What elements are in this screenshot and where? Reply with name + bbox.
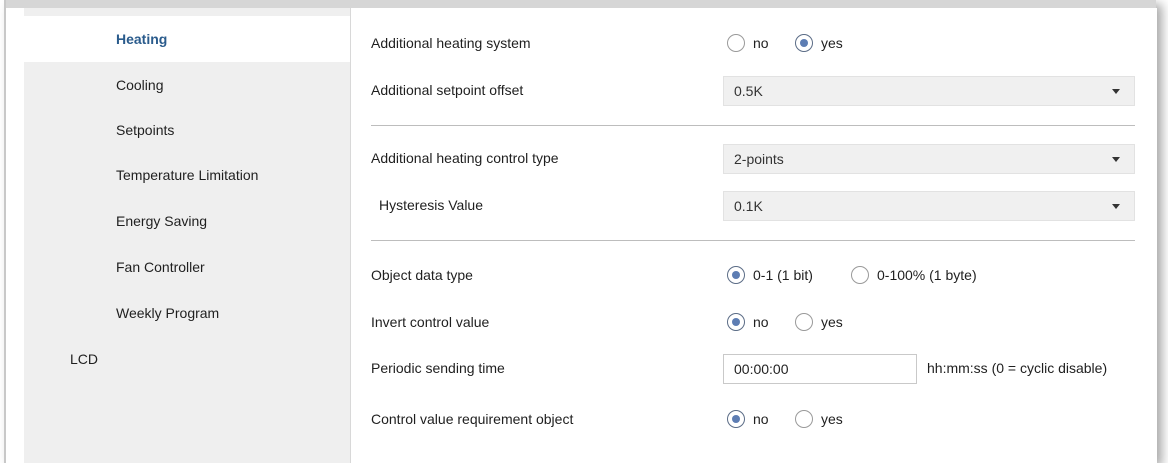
radio-no[interactable] bbox=[727, 313, 745, 331]
row-control-value-requirement-object: Control value requirement object no yes bbox=[351, 400, 1157, 440]
radio-label-yes[interactable]: yes bbox=[821, 411, 843, 427]
field-label: Additional setpoint offset bbox=[371, 82, 524, 98]
sending-time-hint: hh:mm:ss (0 = cyclic disable) bbox=[927, 360, 1108, 376]
radio-no[interactable] bbox=[727, 34, 745, 52]
sidebar-item-label: Fan Controller bbox=[116, 259, 205, 275]
radio-label-yes[interactable]: yes bbox=[821, 35, 843, 51]
sidebar-item-cooling[interactable]: Cooling bbox=[24, 62, 350, 108]
field-label: Control value requirement object bbox=[371, 411, 574, 427]
dropdown-arrow-icon bbox=[1112, 157, 1120, 162]
sending-time-input[interactable] bbox=[723, 354, 917, 384]
field-label: Hysteresis Value bbox=[379, 197, 484, 213]
select-value: 2-points bbox=[734, 151, 784, 167]
radio-yes[interactable] bbox=[795, 313, 813, 331]
sidebar: Heating Cooling Setpoints Temperature Li… bbox=[24, 8, 350, 463]
field-label: Additional heating control type bbox=[371, 150, 559, 166]
field-label: Additional heating system bbox=[371, 35, 531, 51]
control-type-select[interactable]: 2-points bbox=[723, 144, 1135, 174]
select-value: 0.1K bbox=[734, 198, 763, 214]
setpoint-offset-select[interactable]: 0.5K bbox=[723, 76, 1135, 106]
radio-label-1-byte[interactable]: 0-100% (1 byte) bbox=[877, 267, 977, 283]
row-object-data-type: Object data type 0-1 (1 bit) 0-100% (1 b… bbox=[351, 256, 1157, 296]
divider bbox=[371, 240, 1135, 241]
row-additional-heating-control-type: Additional heating control type 2-points bbox=[351, 139, 1157, 179]
dropdown-arrow-icon bbox=[1112, 204, 1120, 209]
radio-label-no[interactable]: no bbox=[753, 35, 769, 51]
radio-label-yes[interactable]: yes bbox=[821, 314, 843, 330]
sidebar-item-heating[interactable]: Heating bbox=[24, 16, 350, 62]
radio-no[interactable] bbox=[727, 410, 745, 428]
sidebar-item-label: Cooling bbox=[116, 77, 164, 93]
radio-1-byte[interactable] bbox=[851, 266, 869, 284]
select-value: 0.5K bbox=[734, 83, 763, 99]
radio-label-no[interactable]: no bbox=[753, 411, 769, 427]
sidebar-item-fan-controller[interactable]: Fan Controller bbox=[24, 244, 350, 290]
sidebar-item-label: Heating bbox=[116, 31, 168, 47]
sidebar-item-temperature-limitation[interactable]: Temperature Limitation bbox=[24, 152, 350, 198]
dropdown-arrow-icon bbox=[1112, 89, 1120, 94]
radio-yes[interactable] bbox=[795, 34, 813, 52]
sidebar-item-lcd[interactable]: LCD bbox=[24, 336, 350, 382]
field-label: Periodic sending time bbox=[371, 360, 505, 376]
field-label: Object data type bbox=[371, 267, 473, 283]
sidebar-item-setpoints[interactable]: Setpoints bbox=[24, 107, 350, 153]
row-hysteresis-value: Hysteresis Value 0.1K bbox=[351, 186, 1157, 226]
divider bbox=[371, 125, 1135, 126]
field-label: Invert control value bbox=[371, 314, 490, 330]
sidebar-item-label: Temperature Limitation bbox=[116, 167, 259, 183]
top-bar bbox=[6, 0, 1156, 8]
sidebar-item-label: Energy Saving bbox=[116, 213, 208, 229]
radio-label-1-bit[interactable]: 0-1 (1 bit) bbox=[753, 267, 813, 283]
hysteresis-select[interactable]: 0.1K bbox=[723, 191, 1135, 221]
sidebar-item-weekly-program[interactable]: Weekly Program bbox=[24, 290, 350, 336]
row-periodic-sending-time: Periodic sending time hh:mm:ss (0 = cycl… bbox=[351, 349, 1157, 389]
window-frame: Heating Cooling Setpoints Temperature Li… bbox=[4, 0, 1157, 463]
settings-panel: Additional heating system no yes Additio… bbox=[350, 8, 1157, 463]
row-invert-control-value: Invert control value no yes bbox=[351, 303, 1157, 343]
sidebar-item-label: Setpoints bbox=[116, 122, 175, 138]
sidebar-item-label: LCD bbox=[70, 351, 99, 367]
row-additional-setpoint-offset: Additional setpoint offset 0.5K bbox=[351, 71, 1157, 111]
radio-1-bit[interactable] bbox=[727, 266, 745, 284]
radio-yes[interactable] bbox=[795, 410, 813, 428]
sidebar-item-label: Weekly Program bbox=[116, 305, 220, 321]
sidebar-item-energy-saving[interactable]: Energy Saving bbox=[24, 198, 350, 244]
radio-label-no[interactable]: no bbox=[753, 314, 769, 330]
row-additional-heating-system: Additional heating system no yes bbox=[351, 24, 1157, 64]
